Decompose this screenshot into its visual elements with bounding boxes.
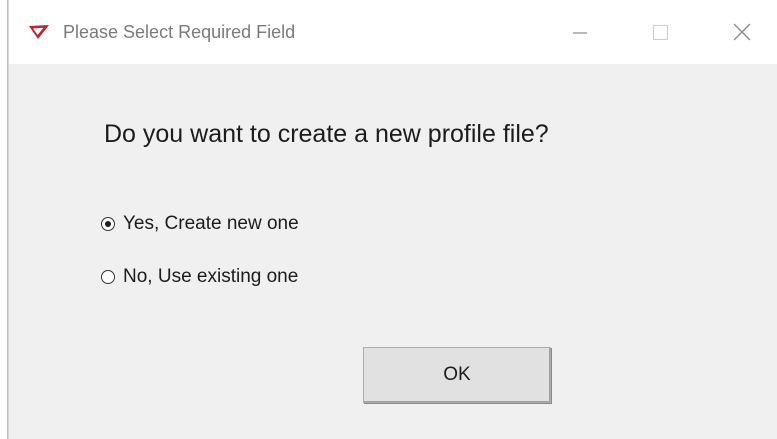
background-window-edge: [0, 0, 8, 439]
red-arrow-logo-icon: [29, 25, 49, 39]
radio-create-new-label[interactable]: Yes, Create new one: [123, 213, 299, 235]
minimize-icon[interactable]: [562, 14, 598, 50]
window-title: Please Select Required Field: [63, 22, 296, 42]
radio-use-existing[interactable]: No, Use existing one: [100, 264, 298, 290]
ok-button[interactable]: OK: [363, 347, 551, 403]
title-bar[interactable]: Please Select Required Field: [9, 0, 777, 64]
radio-create-new[interactable]: Yes, Create new one: [100, 211, 299, 237]
radio-selected-icon[interactable]: [100, 216, 116, 232]
close-icon[interactable]: [724, 14, 760, 50]
maximize-icon[interactable]: [642, 14, 678, 50]
dialog-window: Please Select Required Field Do you want…: [8, 0, 777, 439]
dialog-question: Do you want to create a new profile file…: [104, 120, 549, 148]
radio-use-existing-label[interactable]: No, Use existing one: [123, 266, 298, 288]
radio-unselected-icon[interactable]: [100, 269, 116, 285]
